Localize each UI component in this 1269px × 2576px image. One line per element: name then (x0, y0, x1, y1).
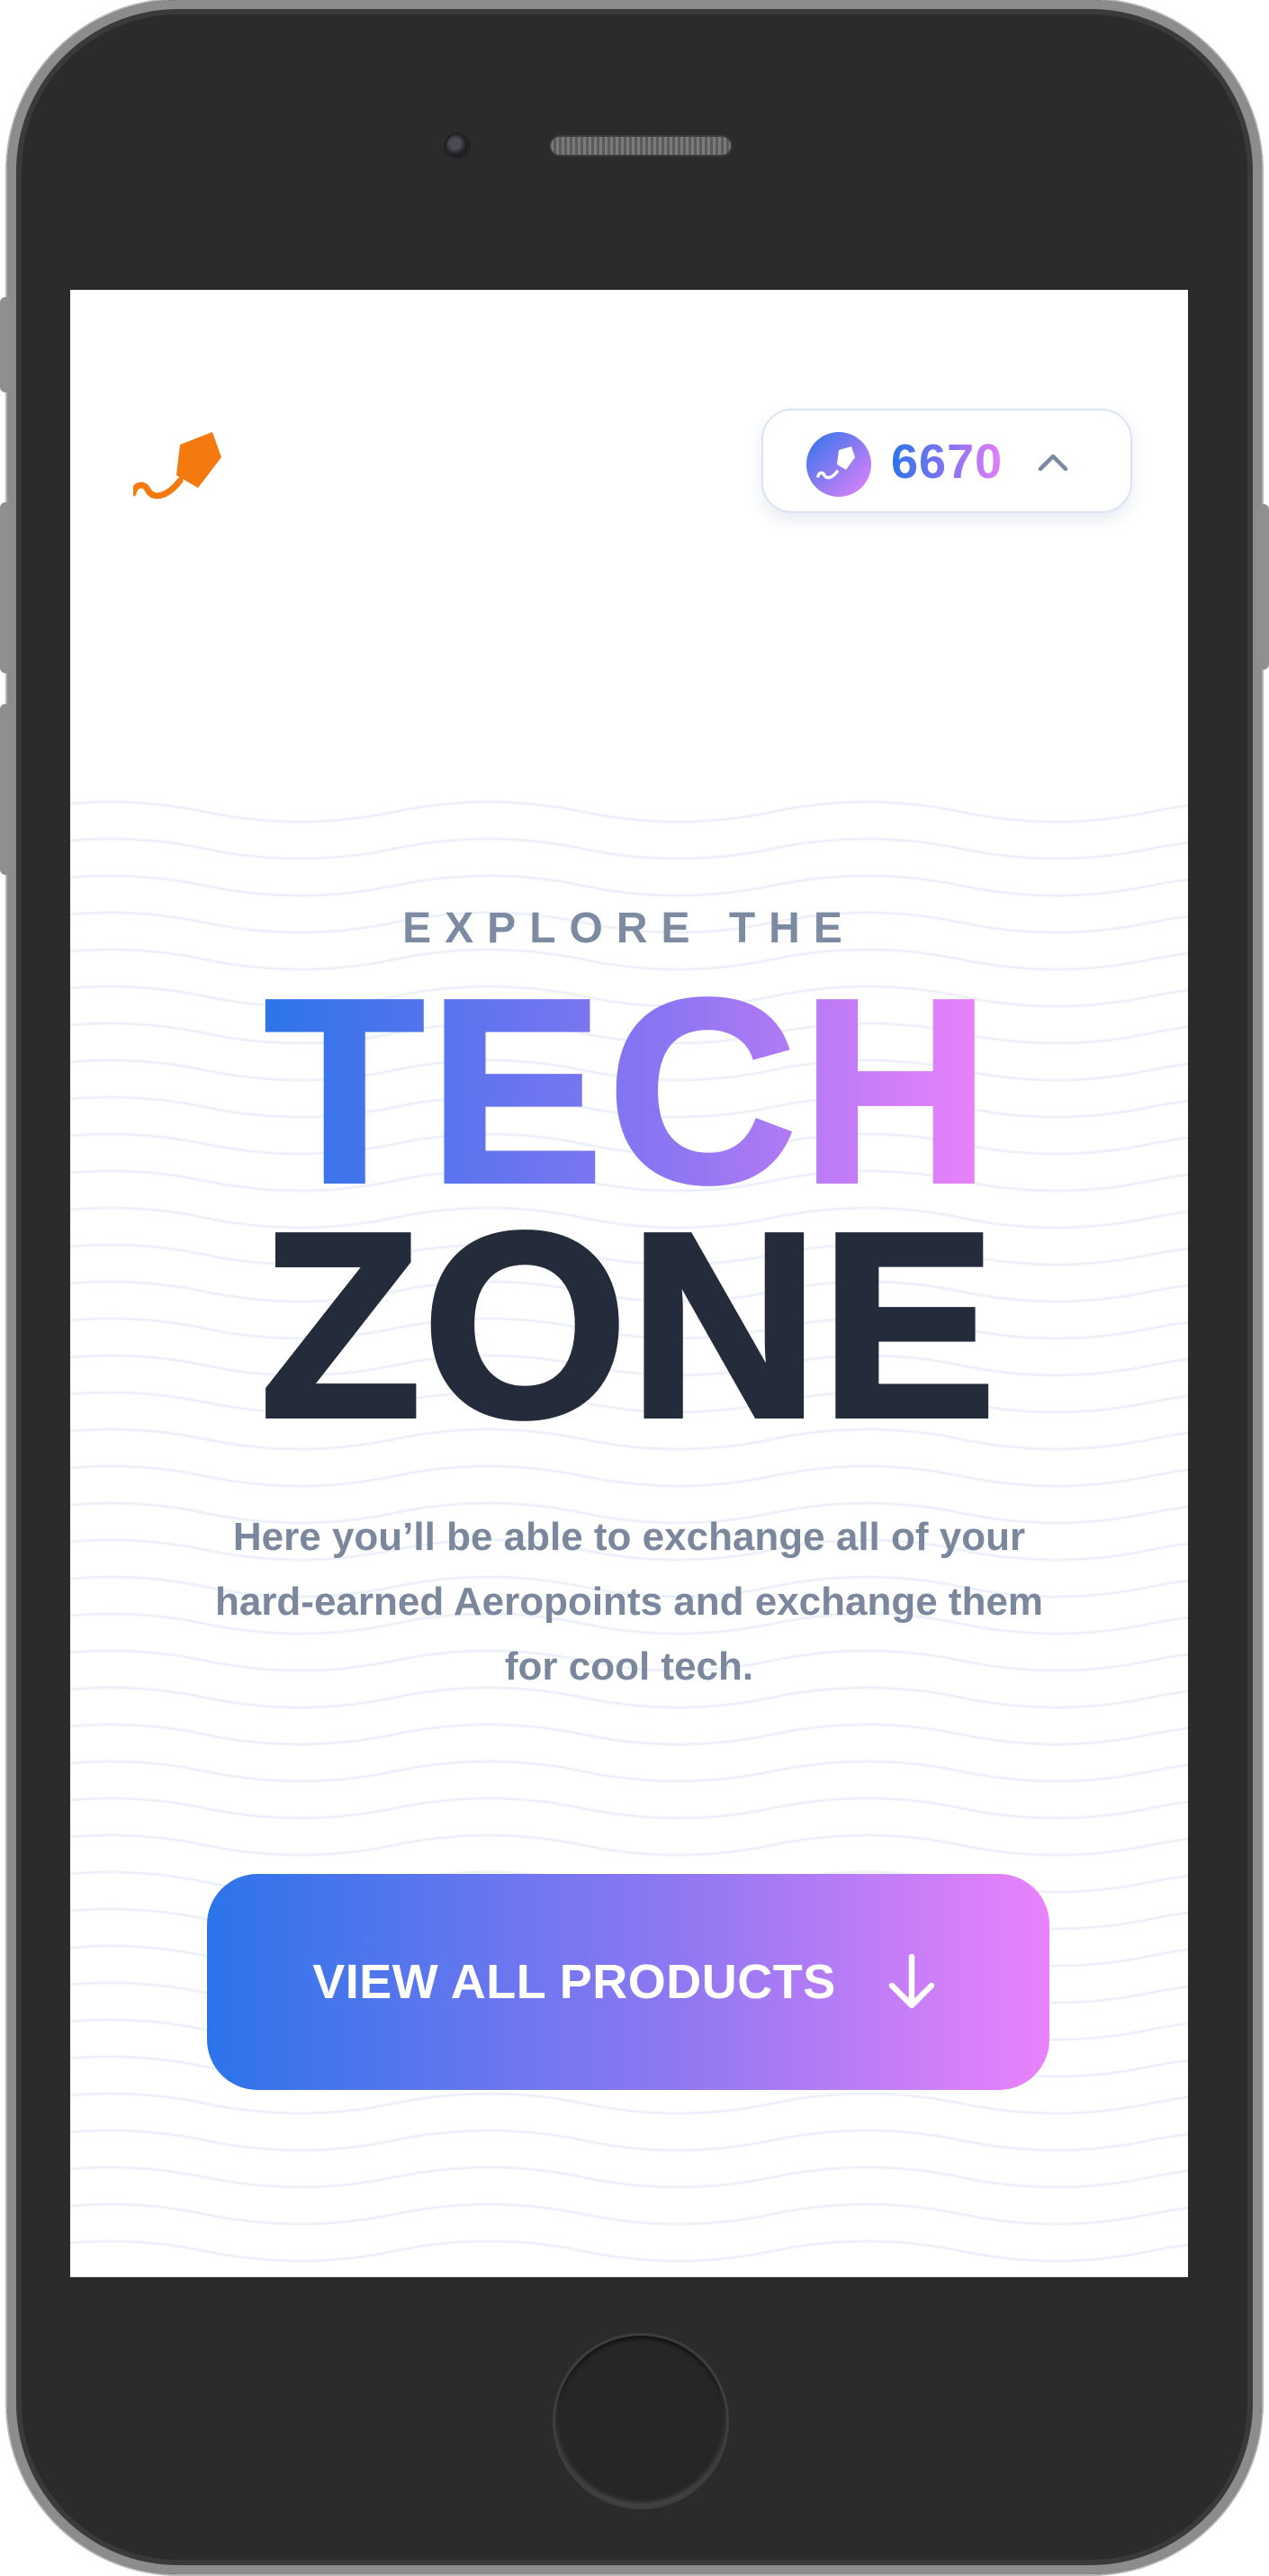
phone-side-button-volume-up (0, 502, 13, 673)
arrow-down-icon (888, 1953, 934, 2009)
front-camera (446, 135, 468, 157)
hero-headline-zone: ZONE (257, 1178, 998, 1472)
phone-side-button-volume-down (0, 704, 13, 875)
chevron-up-icon[interactable] (1035, 445, 1071, 481)
aeropoints-balance-button[interactable]: 6670 (761, 409, 1132, 513)
aeropoints-value: 6670 (891, 432, 1003, 491)
view-all-products-button[interactable]: VIEW ALL PRODUCTS (207, 1874, 1049, 2090)
earpiece-speaker (551, 137, 731, 155)
view-all-products-label: VIEW ALL PRODUCTS (312, 1955, 836, 2009)
home-button[interactable] (553, 2333, 729, 2509)
phone-side-button-mute (0, 297, 13, 392)
app-screen: 6670 EXPLORE THE TECH ZONE Here you’ll b… (70, 290, 1188, 2277)
aeropoints-coin-icon (806, 432, 871, 497)
phone-side-button-power (1256, 504, 1269, 670)
aerolab-logo-icon[interactable] (130, 425, 223, 515)
hero-description: Here you’ll be able to exchange all of y… (214, 1515, 1044, 1689)
